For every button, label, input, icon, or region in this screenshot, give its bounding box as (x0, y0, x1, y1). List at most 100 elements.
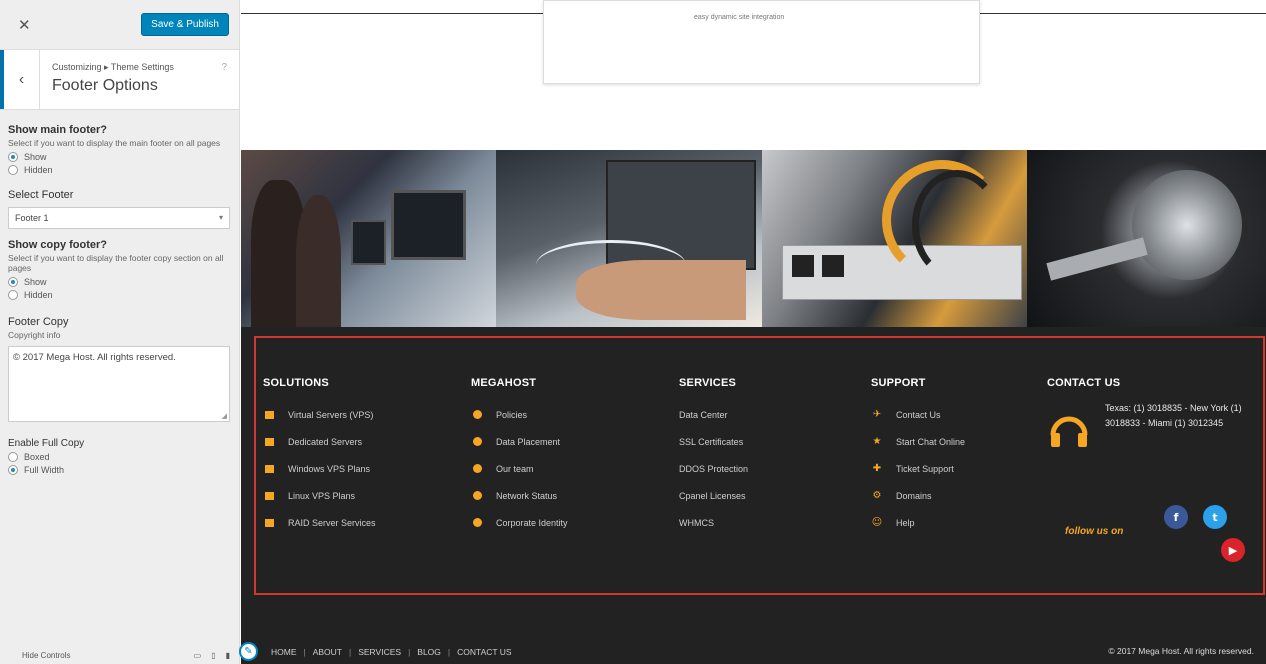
check-circle-icon (471, 410, 483, 419)
footer-link[interactable]: Dedicated Servers (263, 428, 376, 455)
headset-icon (1050, 416, 1088, 447)
square-icon (263, 491, 275, 500)
radio-width-full[interactable]: Full Width (8, 464, 239, 475)
radio-label: Full Width (24, 464, 65, 475)
square-icon (263, 464, 275, 473)
footer-column-support: SUPPORT ✈ Contact Us ★ Start Chat Online ✚… (871, 377, 965, 536)
footer-link[interactable]: RAID Server Services (263, 509, 376, 536)
select-footer-value: Footer 1 (15, 212, 49, 223)
radio-selected-icon[interactable] (8, 276, 18, 287)
footer-link-label: Our team (496, 463, 534, 474)
radio-selected-icon[interactable] (8, 151, 18, 162)
mobile-icon[interactable]: ▮ (226, 651, 230, 660)
radio-unselected-icon[interactable] (8, 164, 18, 175)
paper-plane-icon: ✈ (872, 409, 882, 420)
hide-controls-button[interactable]: Hide Controls (22, 651, 70, 660)
close-icon[interactable]: ✕ (18, 16, 31, 34)
footer-column-title: SOLUTIONS (263, 377, 329, 389)
width-title: Enable Full Copy (8, 437, 85, 449)
square-icon (263, 518, 275, 527)
footer-link[interactable]: Our team (471, 455, 568, 482)
footer-link-label: Policies (496, 409, 528, 420)
footer-column-title: MEGAHOST (471, 377, 537, 389)
gallery-photo-office (241, 150, 496, 327)
footer-link[interactable]: DDOS Protection (679, 455, 748, 482)
radio-selected-icon[interactable] (8, 464, 18, 475)
desktop-icon[interactable]: ▭ (194, 651, 202, 660)
footer-link[interactable]: WHMCS (679, 509, 748, 536)
footer-link[interactable]: Data Center (679, 401, 748, 428)
footer-nav-home[interactable]: HOME (264, 647, 304, 657)
select-footer-dropdown[interactable]: Footer 1 ▾ (8, 206, 230, 229)
radio-label: Boxed (24, 451, 50, 462)
footer-nav-about[interactable]: ABOUT (306, 647, 349, 657)
save-publish-button[interactable]: Save & Publish (141, 13, 229, 36)
facebook-icon[interactable]: f (1164, 505, 1188, 529)
footer-column-megahost: MEGAHOST Policies Data Placement Our tea… (471, 377, 568, 536)
site-footer: SOLUTIONS Virtual Servers (VPS) Dedicate… (239, 327, 1266, 664)
footer-nav-blog[interactable]: BLOG (410, 647, 448, 657)
footer-copy-textarea[interactable]: © 2017 Mega Host. All rights reserved. ◢ (8, 345, 230, 422)
radio-copy-footer-hidden[interactable]: Hidden (8, 289, 239, 300)
select-footer-title: Select Footer (8, 188, 74, 201)
footer-link-label: DDOS Protection (679, 463, 749, 474)
footer-link-label: Corporate Identity (496, 517, 568, 528)
show-main-footer-title: Show main footer? (8, 124, 107, 136)
radio-copy-footer-show[interactable]: Show (8, 276, 239, 287)
footer-link[interactable]: ☺ Help (871, 509, 965, 536)
footer-link-label: Start Chat Online (896, 436, 966, 447)
footer-link[interactable]: Virtual Servers (VPS) (263, 401, 376, 428)
footer-nav-contact[interactable]: CONTACT US (450, 647, 518, 657)
radio-main-footer-hidden[interactable]: Hidden (8, 164, 239, 175)
footer-nav-services[interactable]: SERVICES (351, 647, 408, 657)
footer-link[interactable]: ✚ Ticket Support (871, 455, 965, 482)
footer-link[interactable]: Data Placement (471, 428, 568, 455)
footer-link-label: Help (896, 517, 915, 528)
tablet-icon[interactable]: ▯ (211, 651, 215, 660)
content-card: easy dynamic site integration (543, 0, 980, 84)
footer-link[interactable]: Cpanel Licenses (679, 482, 748, 509)
footer-link-label: Windows VPS Plans (288, 463, 371, 474)
radio-width-boxed[interactable]: Boxed (8, 451, 239, 462)
footer-link-label: Data Placement (496, 436, 561, 447)
footer-link[interactable]: Linux VPS Plans (263, 482, 376, 509)
footer-link[interactable]: ★ Start Chat Online (871, 428, 966, 455)
footer-gallery (241, 150, 1266, 327)
help-icon[interactable]: ? (221, 62, 227, 73)
show-copy-footer-desc: Select if you want to display the footer… (8, 252, 224, 274)
panel-header-bar: ✕ Save & Publish (0, 0, 239, 50)
footer-link[interactable]: ✈ Contact Us (871, 401, 965, 428)
footer-link-label: Domains (896, 490, 932, 501)
footer-link-label: Data Center (679, 409, 728, 420)
back-arrow-icon[interactable]: ‹ (0, 50, 40, 109)
footer-link[interactable]: Network Status (471, 482, 568, 509)
youtube-icon[interactable]: ▶ (1221, 538, 1245, 562)
copyright-text: © 2017 Mega Host. All rights reserved. (1108, 646, 1254, 656)
footer-column-title: CONTACT US (1047, 377, 1121, 389)
radio-label: Show (24, 151, 47, 162)
footer-link[interactable]: Policies (471, 401, 568, 428)
footer-link-label: WHMCS (679, 517, 714, 528)
resize-grip-icon[interactable]: ◢ (222, 412, 227, 420)
footer-link[interactable]: Corporate Identity (471, 509, 568, 536)
user-icon: ☺ (871, 517, 883, 528)
radio-unselected-icon[interactable] (8, 289, 18, 300)
footer-link[interactable]: Windows VPS Plans (263, 455, 376, 482)
footer-column-title: SUPPORT (871, 377, 926, 389)
footer-link[interactable]: ⚙ Domains (871, 482, 965, 509)
show-main-footer-desc: Select if you want to display the main f… (8, 138, 221, 148)
site-preview: easy dynamic site integration SOLUTIONS … (239, 0, 1266, 664)
square-icon (263, 410, 275, 419)
twitter-icon[interactable]: t (1203, 505, 1227, 529)
footer-copy-desc: Copyright info (8, 329, 61, 340)
footer-link[interactable]: SSL Certificates (679, 428, 748, 455)
radio-unselected-icon[interactable] (8, 451, 18, 462)
check-circle-icon (471, 464, 483, 473)
breadcrumb: Customizing ▸ Theme Settings (52, 62, 174, 72)
footer-link-label: Network Status (496, 490, 558, 501)
edit-shortcut-icon[interactable]: ✎ (239, 642, 258, 661)
radio-label: Hidden (24, 164, 53, 175)
footer-column-contact: CONTACT US Texas: (1) 3018835 - New York… (1047, 377, 1250, 453)
radio-main-footer-show[interactable]: Show (8, 151, 239, 162)
card-text: easy dynamic site integration (694, 14, 785, 21)
